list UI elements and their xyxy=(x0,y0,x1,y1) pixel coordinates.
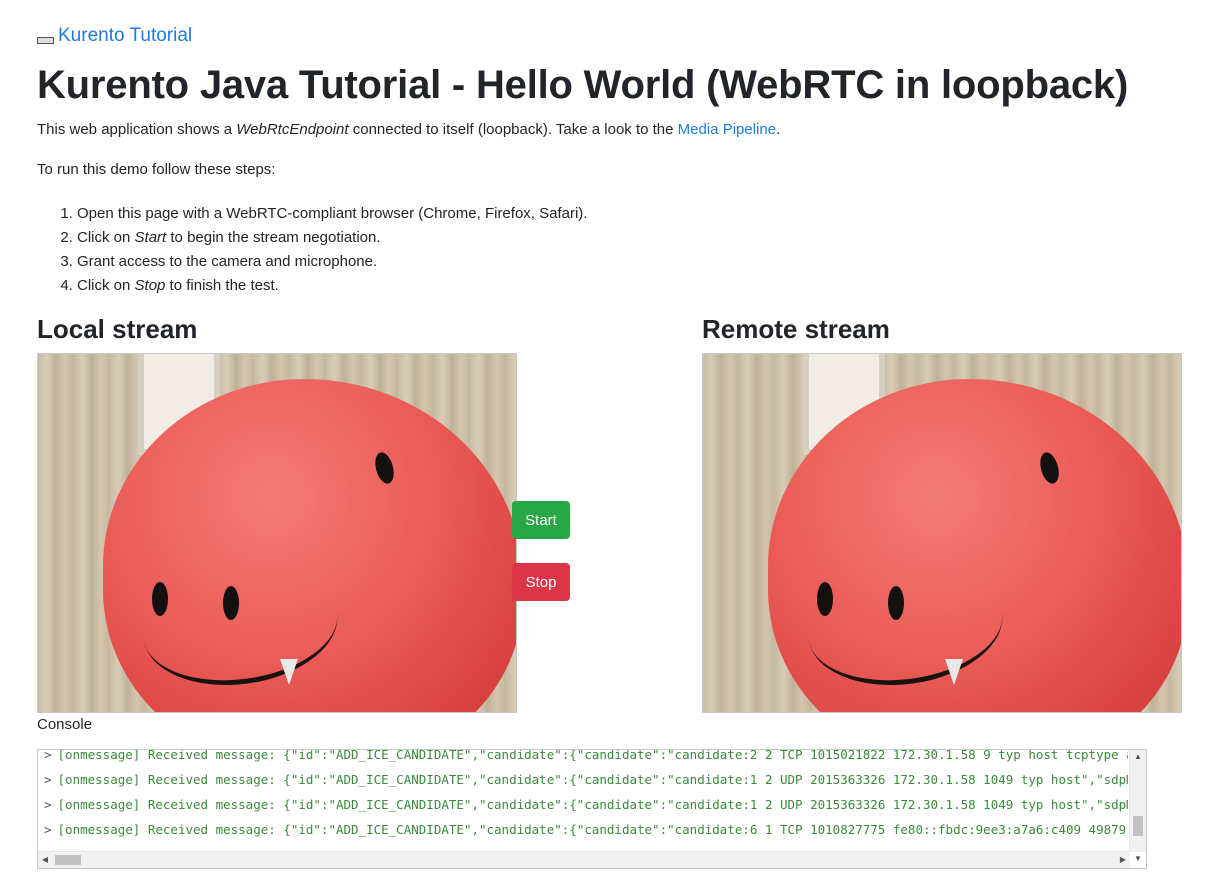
prompt-icon: > xyxy=(44,772,52,787)
toy-tooth xyxy=(280,659,298,685)
horizontal-scrollbar[interactable]: ◀ ▶ xyxy=(38,851,1130,868)
remote-video[interactable] xyxy=(702,353,1182,713)
step-emphasis: Stop xyxy=(134,277,166,294)
console-log: > [onmessage] Received message: {"id":"AD… xyxy=(44,750,1128,842)
step-text: Click on xyxy=(77,277,135,294)
vertical-scroll-thumb[interactable] xyxy=(1133,816,1143,836)
console-label: Console xyxy=(37,716,93,733)
steps-intro: To run this demo follow these steps: xyxy=(37,161,276,178)
desc-emphasis: WebRtcEndpoint xyxy=(236,121,349,138)
start-button[interactable]: Start xyxy=(512,501,570,539)
console-message: [onmessage] Received message: {"id":"ADD… xyxy=(57,822,1128,837)
console-message: [onmessage] Received message: {"id":"ADD… xyxy=(57,797,1128,812)
step-text: Open this page with a WebRTC-compliant b… xyxy=(77,205,588,222)
brand-link[interactable]: Kurento Tutorial xyxy=(58,25,192,47)
scroll-down-icon[interactable]: ▼ xyxy=(1130,852,1146,866)
step-emphasis: Start xyxy=(134,229,167,246)
page-description: This web application shows a WebRtcEndpo… xyxy=(37,121,780,138)
desc-suffix: . xyxy=(776,121,781,138)
video-frame xyxy=(703,354,1181,712)
navbar-brand[interactable]: Kurento Tutorial xyxy=(37,25,192,47)
desc-middle: connected to itself (loopback). Take a l… xyxy=(348,121,678,138)
media-pipeline-link[interactable]: Media Pipeline xyxy=(678,121,776,138)
step-text: to finish the test. xyxy=(165,277,279,294)
steps-list: Open this page with a WebRTC-compliant b… xyxy=(37,202,587,298)
console-message: [onmessage] Received message: {"id":"ADD… xyxy=(57,772,1128,787)
step-item: Grant access to the camera and microphon… xyxy=(77,250,587,274)
page-title: Kurento Java Tutorial - Hello World (Web… xyxy=(37,63,1129,107)
local-video[interactable] xyxy=(37,353,517,713)
prompt-icon: > xyxy=(44,797,52,812)
step-text: Click on xyxy=(77,229,135,246)
step-item: Open this page with a WebRTC-compliant b… xyxy=(77,202,587,226)
console-line: > [onmessage] Received message: {"id":"AD… xyxy=(44,750,1128,767)
vertical-scrollbar[interactable]: ▲ ▼ xyxy=(1129,750,1146,863)
step-text: to begin the stream negotiation. xyxy=(166,229,381,246)
video-frame xyxy=(38,354,516,712)
prompt-icon: > xyxy=(44,822,52,837)
scroll-up-icon[interactable]: ▲ xyxy=(1130,750,1146,764)
prompt-icon: > xyxy=(44,750,52,762)
horizontal-scroll-thumb[interactable] xyxy=(55,855,81,865)
local-stream-title: Local stream xyxy=(37,314,198,344)
console-message: [onmessage] Received message: {"id":"ADD… xyxy=(57,750,1128,762)
scroll-right-icon[interactable]: ▶ xyxy=(1116,852,1130,868)
scroll-left-icon[interactable]: ◀ xyxy=(38,852,52,868)
step-item: Click on Stop to finish the test. xyxy=(77,274,587,298)
console-line: > [onmessage] Received message: {"id":"AD… xyxy=(44,792,1128,817)
stop-button[interactable]: Stop xyxy=(512,563,570,601)
desc-prefix: This web application shows a xyxy=(37,121,237,138)
console-line: > [onmessage] Received message: {"id":"AD… xyxy=(44,817,1128,842)
step-item: Click on Start to begin the stream negot… xyxy=(77,226,587,250)
console-panel[interactable]: > [onmessage] Received message: {"id":"AD… xyxy=(37,749,1147,869)
step-text: Grant access to the camera and microphon… xyxy=(77,253,378,270)
remote-stream-title: Remote stream xyxy=(702,314,890,344)
brand-logo-icon xyxy=(37,36,54,44)
console-line: > [onmessage] Received message: {"id":"AD… xyxy=(44,767,1128,792)
toy-tooth xyxy=(945,659,963,685)
